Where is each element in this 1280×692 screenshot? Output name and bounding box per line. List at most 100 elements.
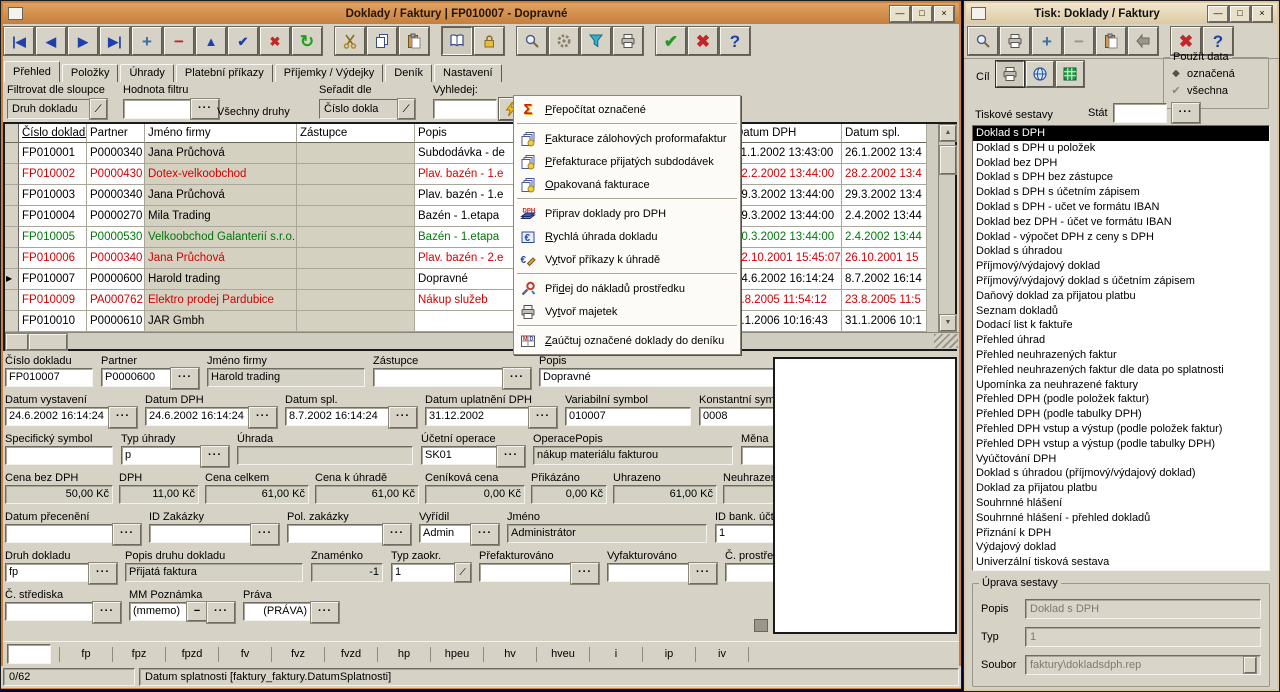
report-item[interactable]: Univerzální tisková sestava — [973, 555, 1269, 570]
field-input[interactable]: SK01 — [421, 446, 497, 465]
file-button[interactable] — [1244, 657, 1256, 673]
field-input[interactable]: 010007 — [565, 407, 691, 426]
report-item[interactable]: Doklad s DPH — [973, 126, 1269, 141]
doc-type-tab-hpeu[interactable]: hpeu — [430, 647, 483, 662]
column-header[interactable]: Partner — [87, 124, 145, 143]
field-input[interactable]: 24.6.2002 16:14:24 — [5, 407, 109, 426]
ellipsis-button[interactable]: ··· — [311, 602, 339, 623]
report-item[interactable]: Přehled DPH vstup a výstup (podle tabulk… — [973, 437, 1269, 452]
column-header[interactable]: Číslo dokladu — [19, 124, 87, 143]
table-row[interactable]: FP010006P0000340Jana PrůchováPlav. bazén… — [5, 248, 927, 269]
target-export-button[interactable] — [1056, 61, 1084, 87]
sort-select[interactable]: Číslo dokla ∕ — [319, 99, 415, 119]
cut-button[interactable] — [335, 27, 365, 55]
use-data-option-všechna[interactable]: ✔všechna — [1170, 82, 1262, 99]
report-item[interactable]: Souhrnné hlášení - přehled dokladů — [973, 511, 1269, 526]
field-input[interactable]: (mmemo) — [129, 602, 187, 621]
ellipsis-button[interactable]: ··· — [471, 524, 499, 545]
next-record-button[interactable]: ▶ — [68, 27, 98, 55]
report-item[interactable]: Doklad za přijatou platbu — [973, 481, 1269, 496]
field-input[interactable]: 1 — [391, 563, 455, 582]
field-input[interactable]: Admin — [419, 524, 471, 543]
close-button[interactable]: × — [1252, 6, 1272, 22]
field-input[interactable] — [5, 446, 113, 465]
report-item[interactable]: Vyúčtování DPH — [973, 452, 1269, 467]
copy-button[interactable] — [367, 27, 397, 55]
table-row[interactable]: FP010004P0000270Mila TradingBazén - 1.et… — [5, 206, 927, 227]
add-record-button[interactable]: + — [132, 27, 162, 55]
vertical-scrollbar[interactable]: ▲ ▼ — [938, 124, 955, 333]
report-item[interactable]: Přehled DPH (podle položek faktur) — [973, 392, 1269, 407]
field-input[interactable] — [5, 524, 113, 543]
filter-button[interactable] — [581, 27, 611, 55]
report-item[interactable]: Doklad s úhradou — [973, 244, 1269, 259]
back-button[interactable] — [1128, 27, 1158, 55]
print-button[interactable] — [613, 27, 643, 55]
field-input[interactable] — [373, 368, 503, 387]
doc-type-tab-fvzd[interactable]: fvzd — [324, 647, 377, 662]
doc-type-tab-hp[interactable]: hp — [377, 647, 430, 662]
memo-panel[interactable] — [773, 357, 957, 634]
report-item[interactable]: Upomínka za neuhrazené faktury — [973, 378, 1269, 393]
tab-den-k[interactable]: Deník — [385, 64, 432, 82]
report-item[interactable]: Doklad bez DPH — [973, 156, 1269, 171]
doc-type-tab-ip[interactable]: ip — [642, 647, 695, 662]
close-button[interactable]: × — [934, 6, 954, 22]
filter-value-input[interactable] — [123, 99, 191, 119]
report-item[interactable]: Souhrnné hlášení — [973, 496, 1269, 511]
table-row[interactable]: FP010002P0000430Dotex-velkoobchodPlav. b… — [5, 164, 927, 185]
doc-type-input[interactable] — [7, 644, 51, 664]
report-typ-input[interactable]: 1 — [1025, 627, 1261, 647]
field-input[interactable] — [607, 563, 689, 582]
report-item[interactable]: Seznam dokladů — [973, 304, 1269, 319]
print-button[interactable] — [1000, 27, 1030, 55]
field-input[interactable]: 24.6.2002 16:14:24 — [145, 407, 249, 426]
lock-button[interactable] — [474, 27, 504, 55]
table-row[interactable]: FP010009PA000762Elektro prodej Pardubice… — [5, 290, 927, 311]
refresh-button[interactable]: ↻ — [292, 27, 322, 55]
field-input[interactable]: P0000600 — [101, 368, 171, 387]
tab-p-ehled[interactable]: Přehled — [4, 61, 60, 82]
report-item[interactable]: Přehled DPH vstup a výstup (podle polože… — [973, 422, 1269, 437]
ellipsis-button[interactable]: ··· — [113, 524, 141, 545]
table-row[interactable]: FP010005P0000530Velkoobchod Galanterií s… — [5, 227, 927, 248]
report-item[interactable]: Příjmový/výdajový doklad s účetním zápis… — [973, 274, 1269, 289]
field-input[interactable] — [287, 524, 383, 543]
spinner-button[interactable]: ∕ — [455, 563, 471, 582]
menu-item[interactable]: Rychlá úhrada dokladu — [515, 225, 739, 248]
ellipsis-button[interactable]: ··· — [207, 602, 235, 623]
ellipsis-button[interactable]: ··· — [249, 407, 277, 428]
dropdown-icon[interactable]: ∕ — [398, 99, 415, 119]
menu-item[interactable]: Zaúčtuj označené doklady do deníku — [515, 329, 739, 352]
doc-type-tab-fpzd[interactable]: fpzd — [165, 647, 218, 662]
prev-record-button[interactable]: ◀ — [36, 27, 66, 55]
scroll-track[interactable] — [67, 333, 933, 349]
report-item[interactable]: Doklad s DPH - učet ve formátu IBAN — [973, 200, 1269, 215]
field-input[interactable]: 8.7.2002 16:14:24 — [285, 407, 389, 426]
menu-item[interactable]: Přidej do nákladů prostředku — [515, 277, 739, 300]
filter-column-select[interactable]: Druh dokladu ∕ — [7, 99, 107, 119]
tab-platebn-p-kazy[interactable]: Platební příkazy — [176, 64, 273, 82]
table-row[interactable]: ▶FP010007P0000600Harold tradingDopravné2… — [5, 269, 927, 290]
ellipsis-button[interactable]: ··· — [251, 524, 279, 545]
menu-item[interactable]: Opakovaná fakturace — [515, 173, 739, 196]
cancel-edit-button[interactable]: ✖ — [260, 27, 290, 55]
tab-p-jemky-v-dejky[interactable]: Příjemky / Výdejky — [275, 64, 383, 82]
add-report-button[interactable]: + — [1032, 27, 1062, 55]
field-input[interactable] — [5, 602, 93, 621]
table-row[interactable]: FP010010P0000610JAR Gmbh1.1.2006 10:16:4… — [5, 311, 927, 332]
ellipsis-button[interactable]: ··· — [171, 368, 199, 389]
menu-item[interactable]: ΣPřepočítat označené — [515, 98, 739, 121]
column-header[interactable]: Datum DPH — [732, 124, 842, 143]
doc-type-tab-hv[interactable]: hv — [483, 647, 536, 662]
paste-button[interactable] — [399, 27, 429, 55]
first-record-button[interactable]: |◀ — [4, 27, 34, 55]
preview-button[interactable] — [968, 27, 998, 55]
report-popis-input[interactable]: Doklad s DPH — [1025, 599, 1261, 619]
close-form-button[interactable]: ✖ — [688, 27, 718, 55]
doc-type-tab-fv[interactable]: fv — [218, 647, 271, 662]
report-item[interactable]: Doklad - výpočet DPH z ceny s DPH — [973, 230, 1269, 245]
report-item[interactable]: Přehled úhrad — [973, 333, 1269, 348]
scroll-up-icon[interactable]: ▲ — [940, 125, 956, 141]
ok-button[interactable]: ✔ — [656, 27, 686, 55]
